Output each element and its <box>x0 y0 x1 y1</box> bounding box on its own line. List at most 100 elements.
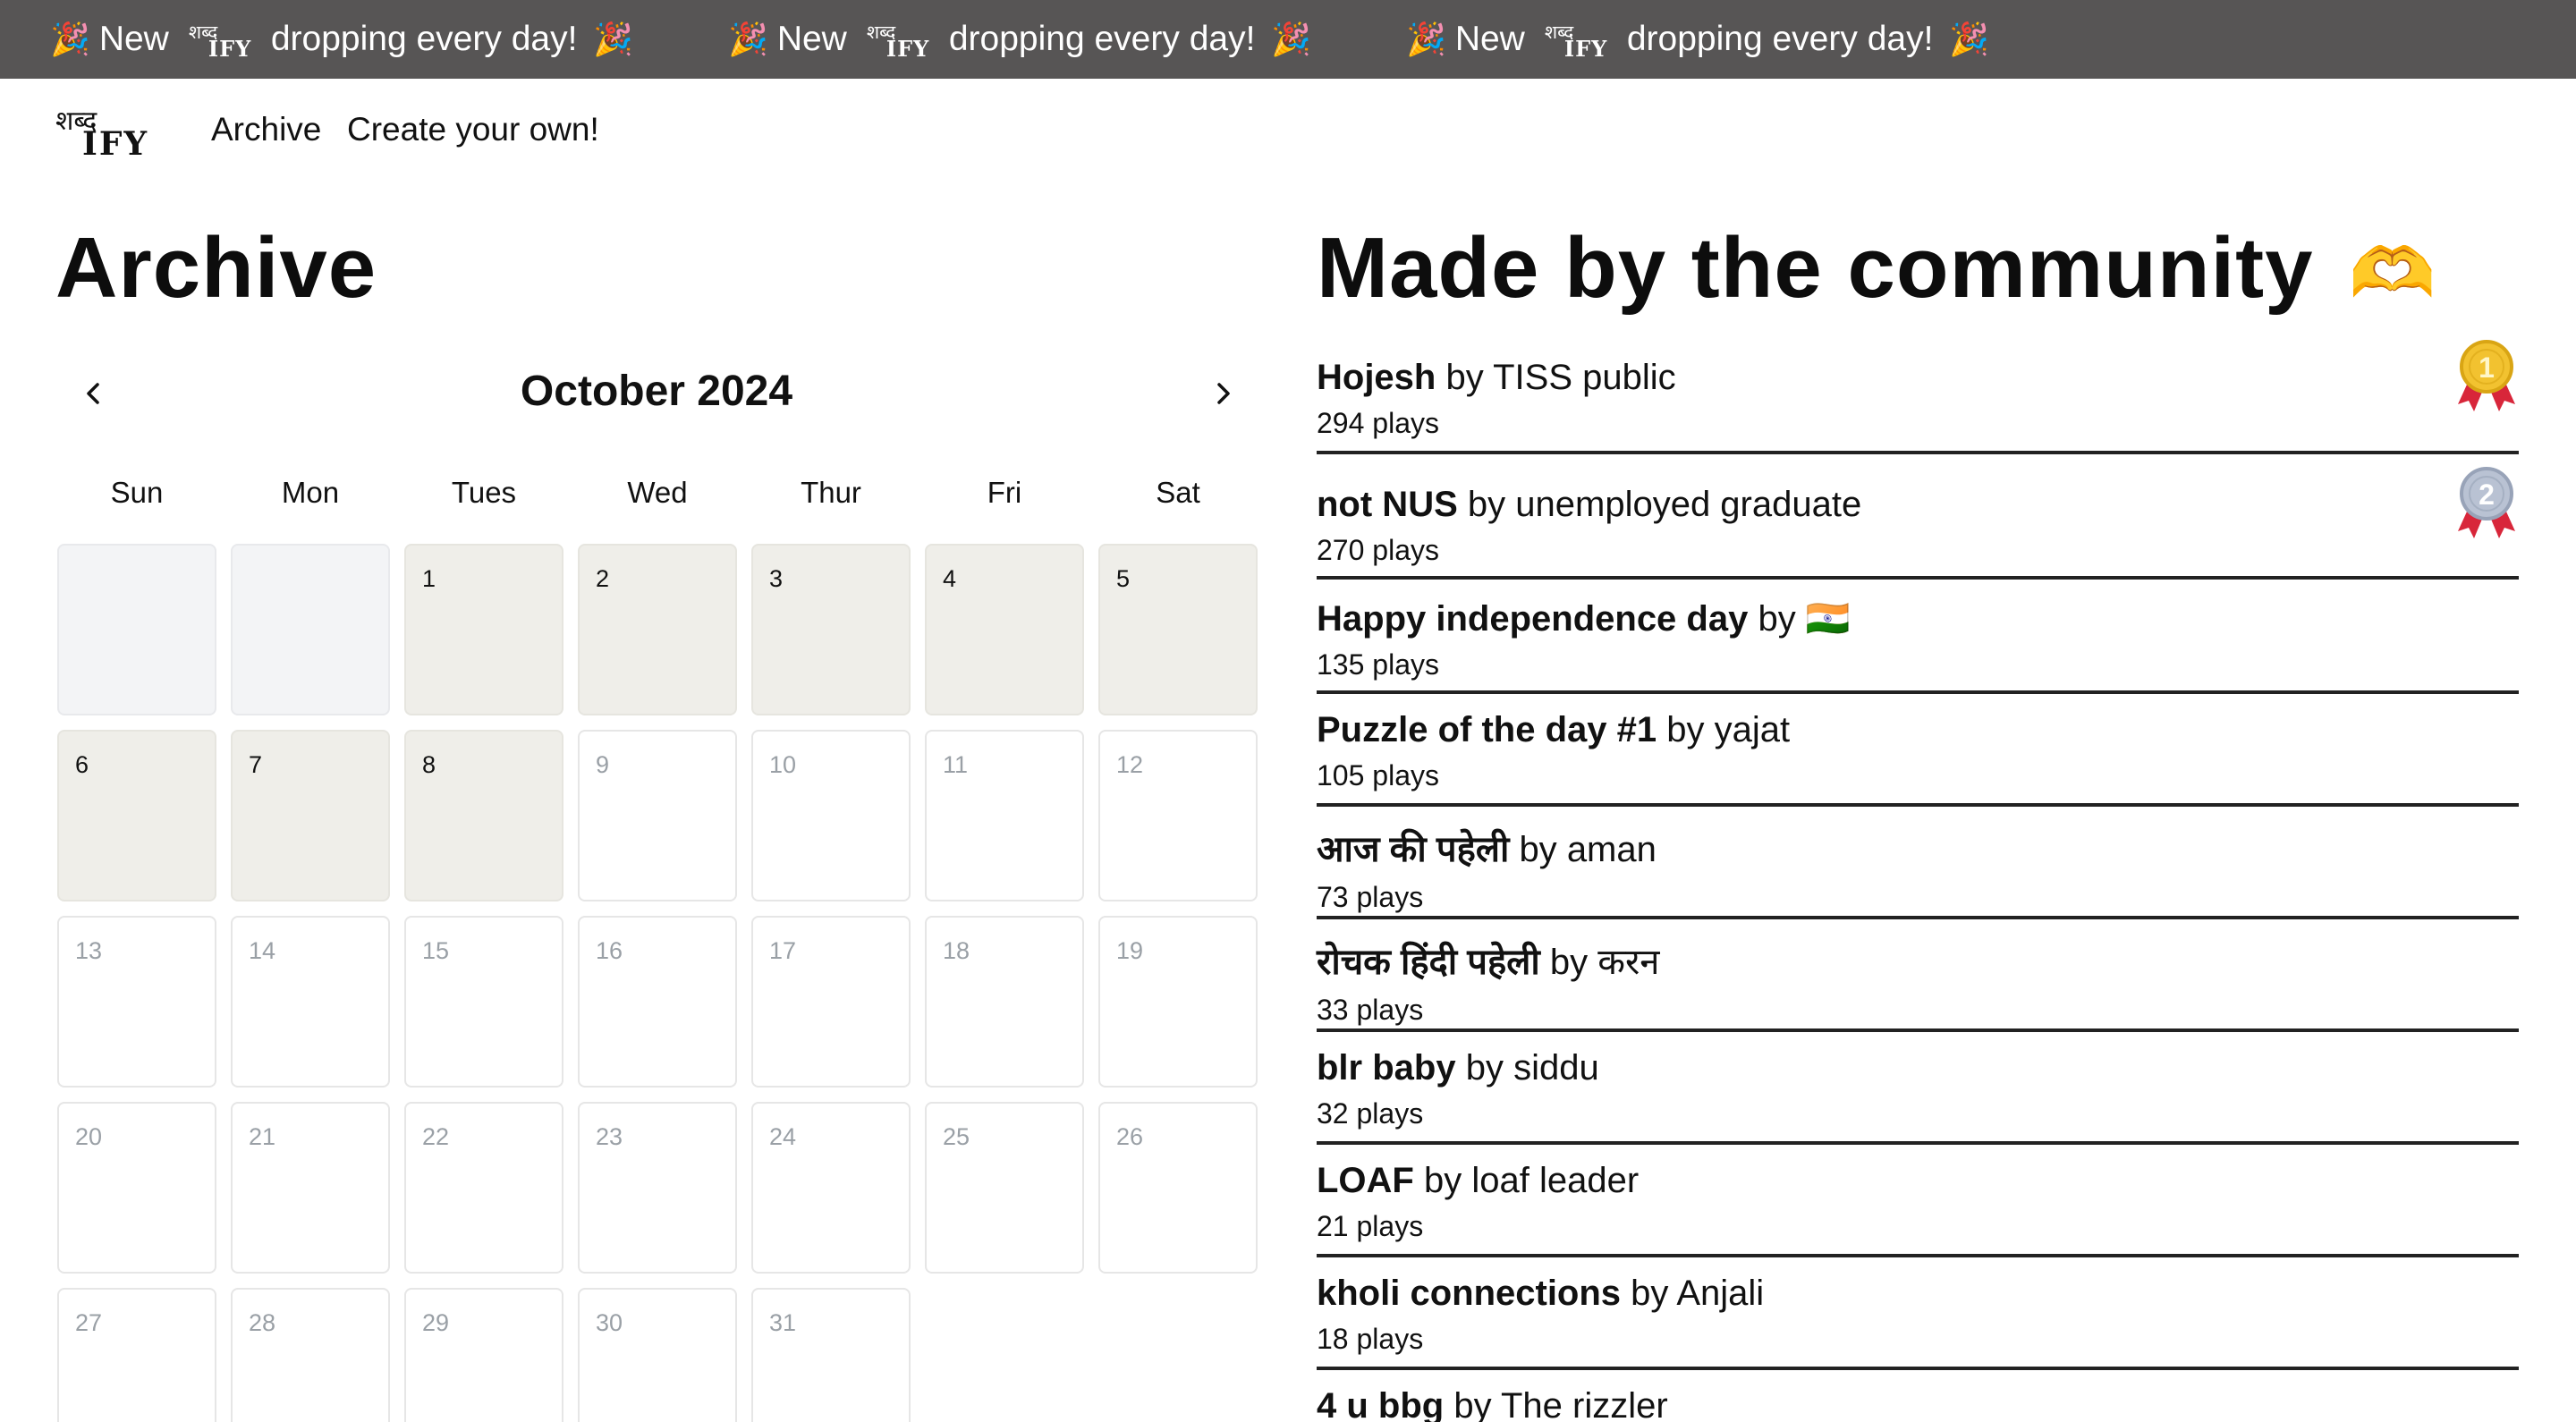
by-label: by <box>1758 599 1796 639</box>
banner-text: dropping every day! <box>270 20 578 58</box>
puzzle-title-line: blr baby by siddu <box>1317 1048 2519 1088</box>
calendar-day-available[interactable]: 4 <box>925 544 1084 715</box>
banner-text: dropping every day! <box>1626 20 1934 58</box>
calendar-day-available[interactable]: 7 <box>231 730 390 901</box>
gold-medal-icon: 1 <box>2458 340 2515 411</box>
calendar-day-upcoming: 28 <box>231 1288 390 1422</box>
puzzle-author: unemployed graduate <box>1515 485 1862 524</box>
day-number: 26 <box>1116 1123 1144 1150</box>
shabdify-logo-icon: शब्द IFY <box>1544 21 1608 62</box>
day-number: 19 <box>1116 937 1144 964</box>
play-count: 73 plays <box>1317 881 1424 913</box>
puzzle-author: Anjali <box>1676 1274 1765 1313</box>
banner-new-label: New <box>98 20 169 58</box>
community-puzzle-item[interactable]: आज की पहेली by aman 73 plays <box>1317 823 2519 919</box>
calendar-day-upcoming: 17 <box>751 916 911 1088</box>
community-puzzle-item[interactable]: blr baby by siddu 32 plays <box>1317 1048 2519 1145</box>
announcement-banner: 🎉 New शब्द IFY dropping every day! 🎉 🎉 Ne… <box>0 0 2576 79</box>
community-heading-text: Made by the community <box>1317 220 2314 316</box>
play-count: 270 plays <box>1317 534 1439 566</box>
community-puzzle-item[interactable]: 4 u bbg by The rizzler <box>1317 1386 2519 1422</box>
party-popper-icon: 🎉 <box>1406 21 1446 57</box>
nav-create-link[interactable]: Create your own! <box>347 111 599 148</box>
puzzle-author: siddu <box>1513 1048 1599 1088</box>
day-number: 11 <box>943 751 969 778</box>
day-number: 24 <box>769 1123 797 1150</box>
play-count: 135 plays <box>1317 648 1439 681</box>
calendar-day-upcoming: 21 <box>231 1102 390 1274</box>
puzzle-name: Hojesh <box>1317 358 1436 397</box>
calendar-day-upcoming: 15 <box>404 916 564 1088</box>
day-number: 21 <box>249 1123 276 1150</box>
calendar-day-upcoming: 24 <box>751 1102 911 1274</box>
calendar-day-upcoming: 20 <box>57 1102 216 1274</box>
party-popper-icon: 🎉 <box>1271 21 1312 57</box>
weekday-label: Thur <box>801 476 861 509</box>
next-month-button[interactable] <box>1200 371 1245 416</box>
day-number: 23 <box>596 1123 623 1150</box>
community-puzzle-item[interactable]: Happy independence day by 🇮🇳 135 plays <box>1317 597 2519 694</box>
banner-message: 🎉 New शब्द IFY dropping every day! 🎉 <box>724 0 1315 79</box>
day-number: 12 <box>1116 751 1144 778</box>
puzzle-author: The rizzler <box>1500 1386 1668 1422</box>
weekday-label: Mon <box>281 476 340 509</box>
calendar-day-upcoming: 14 <box>231 916 390 1088</box>
day-number: 5 <box>1116 565 1131 592</box>
day-number: 25 <box>943 1123 970 1150</box>
banner-message: 🎉 New शब्द IFY dropping every day! 🎉 <box>1402 0 1993 79</box>
community-puzzle-item[interactable]: Puzzle of the day #1 by yajat 105 plays <box>1317 710 2519 807</box>
puzzle-author: loaf leader <box>1471 1161 1640 1200</box>
weekday-label: Sun <box>110 476 164 509</box>
day-number: 10 <box>769 751 797 778</box>
calendar-day-upcoming: 29 <box>404 1288 564 1422</box>
nav-archive-link[interactable]: Archive <box>211 111 321 148</box>
day-number: 27 <box>75 1309 103 1336</box>
puzzle-title-line: 4 u bbg by The rizzler <box>1317 1386 2519 1422</box>
day-number: 16 <box>596 937 623 964</box>
shabdify-logo-icon: शब्द IFY <box>866 21 930 62</box>
community-puzzle-item[interactable]: रोचक हिंदी पहेली by करन 33 plays <box>1317 935 2519 1032</box>
puzzle-name: रोचक हिंदी पहेली <box>1317 943 1540 982</box>
medal-rank: 1 <box>2479 351 2495 384</box>
archive-heading: Archive <box>55 220 377 316</box>
puzzle-author: करन <box>1597 943 1660 982</box>
community-puzzle-item[interactable]: not NUS by unemployed graduate 270 plays 2 <box>1317 467 2519 580</box>
weekday-label: Fri <box>987 476 1022 509</box>
by-label: by <box>1467 485 1506 524</box>
community-puzzle-item[interactable]: Hojesh by TISS public 294 plays 1 <box>1317 340 2519 454</box>
day-number: 8 <box>422 751 436 778</box>
calendar-day-available[interactable]: 8 <box>404 730 564 901</box>
puzzle-name: blr baby <box>1317 1048 1456 1088</box>
calendar-day-upcoming: 16 <box>578 916 737 1088</box>
puzzle-name: 4 u bbg <box>1317 1386 1445 1422</box>
calendar-day-upcoming: 23 <box>578 1102 737 1274</box>
day-number: 9 <box>596 751 610 778</box>
calendar-day-available[interactable]: 6 <box>57 730 216 901</box>
weekday-label: Sat <box>1156 476 1200 509</box>
day-number: 20 <box>75 1123 103 1150</box>
puzzle-title-line: Happy independence day by 🇮🇳 <box>1317 597 2519 639</box>
calendar-day-upcoming: 9 <box>578 730 737 901</box>
day-number: 14 <box>249 937 276 964</box>
puzzle-title-line: Hojesh by TISS public <box>1317 358 2519 398</box>
site-logo[interactable]: शब्द IFY <box>55 101 163 164</box>
calendar-day-available[interactable]: 5 <box>1098 544 1258 715</box>
by-label: by <box>1453 1386 1492 1422</box>
calendar-day-available[interactable]: 1 <box>404 544 564 715</box>
day-number: 30 <box>596 1309 623 1336</box>
calendar-day-available[interactable]: 2 <box>578 544 737 715</box>
community-puzzle-item[interactable]: LOAF by loaf leader 21 plays <box>1317 1161 2519 1257</box>
play-count: 32 plays <box>1317 1097 1424 1130</box>
community-puzzle-item[interactable]: kholi connections by Anjali 18 plays <box>1317 1274 2519 1370</box>
calendar-day-upcoming: 10 <box>751 730 911 901</box>
party-popper-icon: 🎉 <box>50 21 90 57</box>
calendar-day-available[interactable]: 3 <box>751 544 911 715</box>
day-number: 4 <box>943 565 957 592</box>
by-label: by <box>1424 1161 1462 1200</box>
puzzle-title-line: रोचक हिंदी पहेली by करन <box>1317 935 2519 985</box>
by-label: by <box>1549 943 1589 982</box>
banner-message: 🎉 New शब्द IFY dropping every day! 🎉 <box>47 0 637 79</box>
empty-day-cell <box>57 544 216 715</box>
banner-new-label: New <box>776 20 847 58</box>
party-popper-icon: 🎉 <box>728 21 768 57</box>
